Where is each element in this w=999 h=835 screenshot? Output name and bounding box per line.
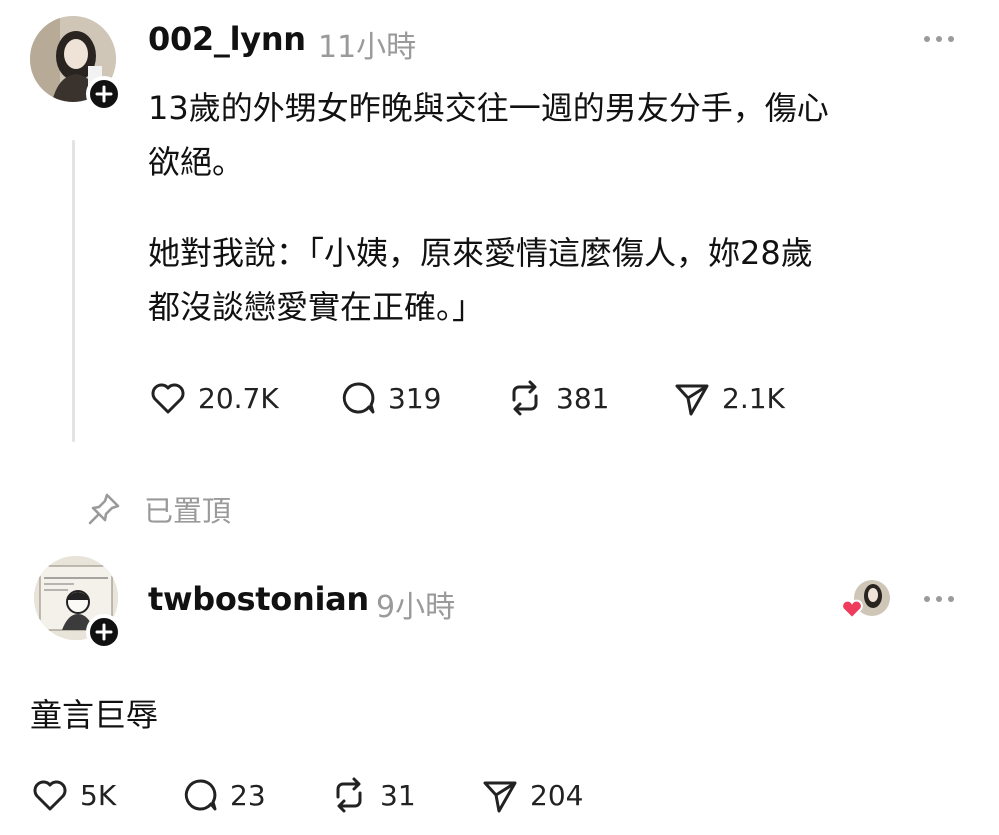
reply-username[interactable]: twbostonian xyxy=(148,580,369,618)
pinned-label: 已置頂 xyxy=(144,494,232,528)
reply-timestamp: 9小時 xyxy=(376,590,456,625)
reply-comment-count: 23 xyxy=(230,778,266,812)
reply-follow-button[interactable] xyxy=(86,614,122,650)
reply-action-bar: 5K 23 31 204 xyxy=(30,775,583,815)
post-text-line-4: 都沒談戀愛實在正確。」 xyxy=(148,288,485,326)
repost-button[interactable]: 381 xyxy=(504,378,672,418)
post-text-line-2: 欲絕。 xyxy=(148,143,245,181)
post-text-line-3: 她對我說：「小姨，原來愛情這麼傷人，妳28歲 xyxy=(148,234,813,272)
plus-icon xyxy=(95,623,113,641)
post-timestamp: 11小時 xyxy=(318,30,417,65)
follow-button[interactable] xyxy=(86,76,122,112)
reply-text: 童言巨辱 xyxy=(30,696,159,734)
comment-bubble-icon xyxy=(342,382,375,414)
send-icon xyxy=(675,384,709,416)
post-username[interactable]: 002_lynn xyxy=(148,20,306,58)
pin-icon xyxy=(88,493,120,525)
reply-repost-button[interactable]: 31 xyxy=(328,775,480,815)
pinned-indicator: 已置頂 xyxy=(86,488,231,530)
comment-count: 319 xyxy=(388,381,442,415)
heart-badge-icon xyxy=(841,599,863,620)
repost-count: 381 xyxy=(556,381,610,415)
thread-line xyxy=(72,140,75,442)
reply-share-button[interactable]: 204 xyxy=(480,775,583,815)
reply-like-count: 5K xyxy=(80,778,117,812)
reply-more-dots-icon[interactable] xyxy=(924,596,954,602)
reply-like-button[interactable]: 5K xyxy=(30,775,180,815)
share-button[interactable]: 2.1K xyxy=(672,378,785,418)
like-button[interactable]: 20.7K xyxy=(148,378,338,418)
more-dots-icon[interactable] xyxy=(924,36,954,42)
share-count: 2.1K xyxy=(722,381,785,415)
comment-button[interactable]: 319 xyxy=(338,378,504,418)
reply-comment-button[interactable]: 23 xyxy=(180,775,328,815)
reply-share-count: 204 xyxy=(530,778,584,812)
repost-icon xyxy=(336,777,362,813)
heart-icon xyxy=(33,780,67,811)
send-icon xyxy=(483,781,517,813)
like-count: 20.7K xyxy=(198,381,279,415)
reply-repost-count: 31 xyxy=(380,778,416,812)
post-text-line-1: 13歲的外甥女昨晚與交往一週的男友分手，傷心 xyxy=(148,89,829,127)
plus-icon xyxy=(95,85,113,103)
comment-bubble-icon xyxy=(184,779,217,811)
heart-icon xyxy=(151,383,185,414)
repost-icon xyxy=(512,380,538,416)
author-liked-avatar xyxy=(841,578,890,620)
post-action-bar: 20.7K 319 381 2.1K xyxy=(148,378,785,418)
